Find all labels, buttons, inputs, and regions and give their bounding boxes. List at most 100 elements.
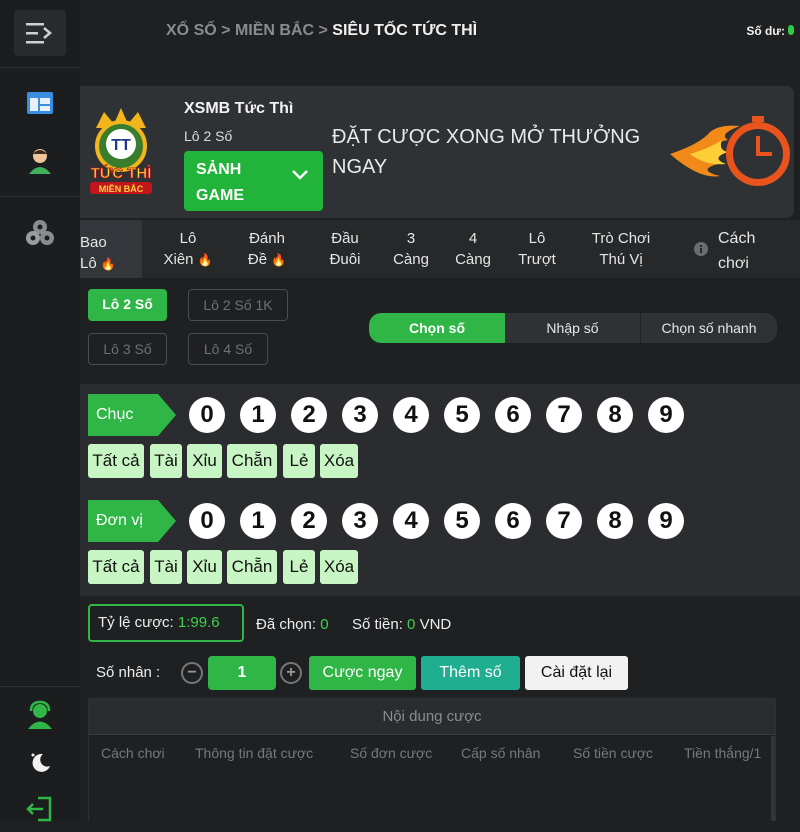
digit-ball[interactable]: 0: [189, 503, 225, 539]
tab-lo-xien[interactable]: Lô Xiên 🔥: [158, 228, 218, 271]
increase-button[interactable]: +: [280, 662, 302, 684]
support-button[interactable]: [14, 692, 66, 738]
amount-value: 0: [407, 616, 416, 633]
theme-button[interactable]: [14, 740, 66, 786]
quick-all-button[interactable]: Tất cả: [88, 444, 144, 478]
breadcrumb-separator: >: [221, 22, 231, 39]
digit-ball[interactable]: 5: [444, 503, 480, 539]
tab-label: Đuôi: [329, 251, 361, 268]
main-content: XỔ SỐ > MIỀN BẮC > SIÊU TỐC TỨC THÌ Số d…: [80, 0, 800, 821]
logo-region: MIỀN BẮC: [99, 184, 144, 194]
mode-enter-number[interactable]: Nhập số: [505, 313, 641, 343]
balance-label: Số dư:: [746, 24, 785, 38]
digit-ball[interactable]: 4: [393, 397, 429, 433]
game-logo: TT TỨC THÌ MIỀN BẮC: [90, 108, 152, 194]
tab-lo-truot[interactable]: Lô Trượt: [512, 228, 562, 270]
tab-label: Lô: [179, 230, 197, 247]
tab-label: 4: [468, 230, 478, 247]
games-button[interactable]: [14, 210, 66, 256]
digit-ball[interactable]: 0: [189, 397, 225, 433]
quick-big-button[interactable]: Tài: [150, 550, 182, 584]
fire-icon: 🔥: [197, 253, 213, 267]
quick-all-button[interactable]: Tất cả: [88, 550, 144, 584]
breadcrumb-region[interactable]: MIỀN BẮC: [235, 22, 314, 39]
add-number-button[interactable]: Thêm số: [421, 656, 520, 690]
digit-ball[interactable]: 8: [597, 397, 633, 433]
input-mode-switch: Chọn số Nhập số Chọn số nhanh: [369, 313, 777, 343]
quick-small-button[interactable]: Xỉu: [187, 444, 222, 478]
logo-title: TỨC THÌ: [91, 164, 152, 182]
tab-bao-lo[interactable]: Bao Lô 🔥: [80, 220, 142, 278]
balance-display: Số dư:: [746, 24, 794, 38]
subtype-lo-2-so[interactable]: Lô 2 Số: [88, 289, 167, 321]
tab-3-cang[interactable]: 3 Càng: [388, 228, 434, 270]
digit-ball[interactable]: 4: [393, 503, 429, 539]
digit-ball[interactable]: 5: [444, 397, 480, 433]
dashboard-icon: [27, 92, 53, 114]
digit-ball[interactable]: 1: [240, 503, 276, 539]
game-banner: TT TỨC THÌ MIỀN BẮC XSMB Tức Thì Lô 2 Số…: [80, 86, 794, 218]
breadcrumb-separator: >: [318, 22, 328, 39]
row-label-tens: Chục: [96, 406, 134, 423]
subtype-lo-2-so-1k[interactable]: Lô 2 Số 1K: [188, 289, 288, 321]
multiplier-row: Số nhân : − 1 + Cược ngay Thêm số Cài đặ…: [80, 650, 800, 694]
selected-label: Đã chọn:: [256, 616, 317, 633]
multiplier-input[interactable]: 1: [208, 656, 276, 690]
how-to-play-button[interactable]: Cách chơi: [694, 226, 764, 276]
menu-toggle-button[interactable]: [14, 10, 66, 56]
digit-ball[interactable]: 8: [597, 503, 633, 539]
digit-ball[interactable]: 6: [495, 397, 531, 433]
amount-label: Số tiền:: [352, 616, 403, 633]
game-hall-dropdown[interactable]: SẢNH GAME: [184, 151, 323, 211]
digit-ball[interactable]: 6: [495, 503, 531, 539]
top-bar: XỔ SỐ > MIỀN BẮC > SIÊU TỐC TỨC THÌ Số d…: [80, 0, 800, 64]
logout-button[interactable]: [14, 786, 66, 832]
tab-label: Đánh: [249, 230, 285, 247]
digit-ball[interactable]: 3: [342, 397, 378, 433]
selected-value: 0: [320, 616, 329, 633]
reset-button[interactable]: Cài đặt lại: [525, 656, 628, 690]
tab-label: Càng: [455, 251, 491, 268]
logo-initials: TT: [111, 137, 131, 154]
tab-4-cang[interactable]: 4 Càng: [450, 228, 496, 270]
tab-label: Trượt: [518, 251, 556, 268]
menu-collapse-icon: [26, 23, 52, 44]
digit-ball[interactable]: 7: [546, 397, 582, 433]
tab-tro-choi-thu-vi[interactable]: Trò Chơi Thú Vị: [586, 228, 656, 270]
quick-even-button[interactable]: Chẵn: [227, 444, 277, 478]
sub-type-area: Lô 2 Số Lô 2 Số 1K Lô 3 Số Lô 4 Số Chọn …: [80, 278, 800, 382]
digit-ball[interactable]: 2: [291, 397, 327, 433]
quick-big-button[interactable]: Tài: [150, 444, 182, 478]
quick-small-button[interactable]: Xỉu: [187, 550, 222, 584]
subtype-lo-4-so[interactable]: Lô 4 Số: [188, 333, 268, 365]
quick-even-button[interactable]: Chẵn: [227, 550, 277, 584]
subtype-lo-3-so[interactable]: Lô 3 Số: [88, 333, 167, 365]
decrease-button[interactable]: −: [181, 662, 203, 684]
column-header: Số đơn cược: [350, 745, 433, 761]
quick-clear-button[interactable]: Xóa: [320, 550, 358, 584]
tab-label: Lô: [80, 255, 97, 272]
tab-dau-duoi[interactable]: Đầu Đuôi: [322, 228, 368, 270]
digit-ball[interactable]: 9: [648, 503, 684, 539]
digit-ball[interactable]: 7: [546, 503, 582, 539]
dashboard-button[interactable]: [14, 80, 66, 126]
bet-now-button[interactable]: Cược ngay: [309, 656, 416, 690]
digit-ball[interactable]: 2: [291, 503, 327, 539]
account-button[interactable]: [14, 138, 66, 184]
quick-odd-button[interactable]: Lẻ: [283, 444, 315, 478]
quick-clear-button[interactable]: Xóa: [320, 444, 358, 478]
mode-choose-number[interactable]: Chọn số: [369, 313, 505, 343]
breadcrumb-lottery[interactable]: XỔ SỐ: [166, 22, 217, 39]
table-scrollbar[interactable]: [771, 736, 775, 821]
tab-danh-de[interactable]: Đánh Đề 🔥: [232, 228, 302, 271]
row-label-units: Đơn vị: [96, 512, 143, 529]
multiplier-label: Số nhân :: [96, 664, 161, 681]
tab-label: Xiên: [163, 251, 194, 268]
digit-ball[interactable]: 3: [342, 503, 378, 539]
digit-ball[interactable]: 9: [648, 397, 684, 433]
units-row: Đơn vị 0 1 2 3 4 5 6 7 8 9 Tất cả Tài Xỉ…: [80, 490, 800, 596]
digit-ball[interactable]: 1: [240, 397, 276, 433]
quick-odd-button[interactable]: Lẻ: [283, 550, 315, 584]
fire-icon: 🔥: [100, 257, 116, 271]
mode-quick-choose[interactable]: Chọn số nhanh: [641, 313, 777, 343]
